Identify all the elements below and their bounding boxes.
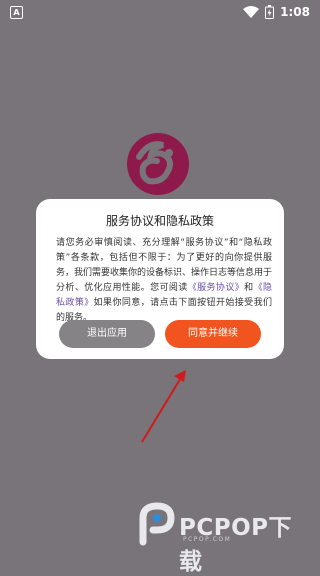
notification-badge: A bbox=[10, 6, 23, 19]
battery-icon bbox=[265, 5, 275, 19]
status-icons: 1:08 bbox=[243, 0, 310, 24]
watermark: PCPOP下载 PCPOP.COM bbox=[137, 500, 307, 575]
dialog-body: 请您务必审慎阅读、充分理解“服务协议”和“隐私政策”各条款，包括但不限于：为了更… bbox=[56, 236, 272, 326]
app-logo-icon bbox=[127, 133, 189, 195]
clock: 1:08 bbox=[280, 5, 310, 19]
service-agreement-link[interactable]: 《服务协议》 bbox=[188, 283, 244, 293]
dialog-title: 服务协议和隐私政策 bbox=[105, 214, 214, 228]
watermark-subtext: PCPOP.COM bbox=[183, 536, 232, 543]
annotation-arrow-icon bbox=[141, 370, 186, 443]
wifi-icon bbox=[243, 6, 260, 18]
status-bar: A 1:08 bbox=[0, 0, 320, 24]
exit-app-button[interactable]: 退出应用 bbox=[59, 320, 155, 348]
pcpop-logo-icon bbox=[139, 502, 175, 546]
agree-continue-button[interactable]: 同意并继续 bbox=[165, 320, 261, 348]
dialog-text-and: 和 bbox=[244, 283, 254, 293]
